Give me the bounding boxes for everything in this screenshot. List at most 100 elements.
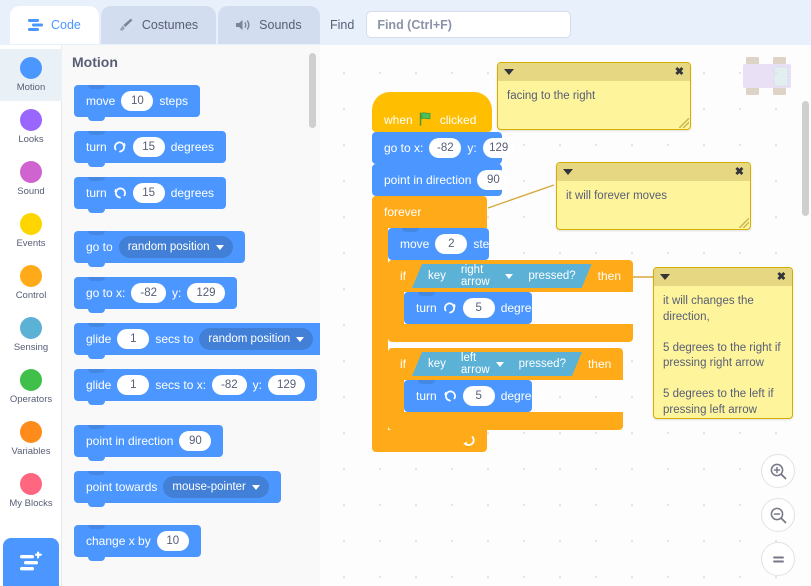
block-label: turn (416, 301, 437, 315)
tab-sounds[interactable]: Sounds (218, 6, 320, 44)
comment-facing-right[interactable]: ✖ facing to the right (497, 62, 691, 130)
palette-block-point-in-direction[interactable]: point in direction 90 (74, 425, 224, 461)
block-dropdown-target[interactable]: random position (118, 236, 233, 258)
block-input-x[interactable]: -82 (131, 283, 166, 303)
palette-block-change-x-by[interactable]: change x by 10 (74, 525, 201, 561)
add-extension-button[interactable] (3, 538, 59, 586)
sidebar-item-variables[interactable]: Variables (0, 413, 62, 465)
block-when-flag-clicked[interactable]: when clicked (372, 92, 492, 132)
script-stack[interactable]: when clicked go to x: -82 y: 129 point i… (372, 92, 633, 452)
variables-color-dot (20, 421, 42, 443)
block-label: key (428, 358, 446, 370)
block-input-direction[interactable]: 90 (477, 170, 510, 190)
block-key-pressed-right[interactable]: key right arrow pressed? (412, 264, 592, 288)
tab-costumes[interactable]: Costumes (100, 6, 217, 44)
search-input[interactable] (366, 11, 572, 38)
palette-block-point-towards[interactable]: point towards mouse-pointer (74, 471, 281, 507)
collapse-caret-icon[interactable] (563, 169, 573, 175)
block-label: point in direction (86, 434, 174, 448)
block-go-to-xy[interactable]: go to x: -82 y: 129 (372, 132, 515, 164)
block-input-steps[interactable]: 10 (121, 91, 154, 111)
workspace-scrollbar[interactable] (802, 101, 809, 216)
block-label: move (86, 94, 116, 108)
zoom-out-button[interactable] (761, 498, 795, 532)
palette-block-go-to-xy[interactable]: go to x: -82 y: 129 (74, 277, 237, 313)
block-if-right-arrow[interactable]: if key right arrow pressed? then turn 5 … (388, 260, 633, 342)
block-input-y[interactable]: 129 (268, 375, 306, 395)
palette-block-glide-to-xy[interactable]: glide 1 secs to x: -82 y: 129 (74, 369, 318, 405)
sidebar-item-my-blocks-label: My Blocks (9, 498, 53, 509)
block-input-dx[interactable]: 10 (156, 531, 189, 551)
turn-cw-icon (443, 301, 457, 315)
block-turn-right[interactable]: turn 5 degrees (404, 292, 544, 324)
motion-color-dot (20, 57, 42, 79)
block-label: forever (384, 205, 422, 219)
block-point-in-direction[interactable]: point in direction 90 (372, 164, 510, 196)
if-right-arm (388, 292, 404, 324)
block-forever[interactable]: forever move 2 steps if key right arrow … (372, 196, 633, 452)
block-input-y[interactable]: 129 (482, 138, 515, 158)
comment-forever-moves[interactable]: ✖ it will forever moves (556, 162, 751, 230)
block-input-steps[interactable]: 2 (435, 234, 468, 254)
palette-block-move[interactable]: move 10 steps (74, 85, 201, 121)
block-input-degrees[interactable]: 15 (132, 137, 165, 157)
palette-category-title: Motion (72, 54, 118, 70)
block-input-secs[interactable]: 1 (117, 375, 150, 395)
resize-handle-icon[interactable] (739, 218, 749, 228)
zoom-in-button[interactable] (761, 454, 795, 488)
dropdown-value: right arrow (460, 264, 490, 288)
block-input-degrees[interactable]: 15 (132, 183, 165, 203)
comment-header[interactable]: ✖ (654, 268, 792, 286)
block-dropdown-key[interactable]: left arrow (452, 353, 513, 375)
if-left-footer (388, 412, 623, 430)
block-input-y[interactable]: 129 (187, 283, 225, 303)
control-color-dot (20, 265, 42, 287)
close-icon[interactable]: ✖ (675, 66, 684, 78)
block-palette[interactable]: Motion move 10 steps turn 15 degrees tur… (62, 45, 320, 586)
sidebar-item-operators[interactable]: Operators (0, 361, 62, 413)
sidebar-item-my-blocks[interactable]: My Blocks (0, 465, 62, 517)
palette-block-turn-right[interactable]: turn 15 degrees (74, 131, 227, 167)
palette-block-glide-to[interactable]: glide 1 secs to random position (74, 323, 320, 359)
block-input-direction[interactable]: 90 (179, 431, 212, 451)
tab-code[interactable]: Code (10, 6, 99, 44)
sidebar-item-motion[interactable]: Motion (0, 49, 62, 101)
block-input-secs[interactable]: 1 (117, 329, 150, 349)
sidebar-item-variables-label: Variables (11, 446, 51, 457)
add-extension-icon (18, 551, 44, 573)
forever-footer (372, 430, 487, 452)
block-if-left-arrow[interactable]: if key left arrow pressed? then turn 5 d… (388, 348, 633, 430)
sound-color-dot (20, 161, 42, 183)
collapse-caret-icon[interactable] (660, 274, 670, 280)
comment-direction[interactable]: ✖ it will changes the direction, 5 degre… (653, 267, 793, 419)
close-icon[interactable]: ✖ (735, 166, 744, 178)
block-move[interactable]: move 2 steps (388, 228, 502, 260)
sidebar-item-events[interactable]: Events (0, 205, 62, 257)
block-key-pressed-left[interactable]: key left arrow pressed? (412, 352, 582, 376)
comment-header[interactable]: ✖ (557, 163, 750, 181)
palette-block-go-to[interactable]: go to random position (74, 231, 245, 267)
block-input-x[interactable]: -82 (429, 138, 462, 158)
block-dropdown-key[interactable]: right arrow (452, 265, 522, 287)
zoom-reset-button[interactable] (761, 542, 795, 576)
comment-text: facing to the right (507, 90, 596, 102)
block-input-degrees[interactable]: 5 (462, 386, 495, 406)
collapse-caret-icon[interactable] (504, 69, 514, 75)
comment-header[interactable]: ✖ (498, 63, 690, 81)
block-turn-left[interactable]: turn 5 degrees (404, 380, 544, 412)
block-label: degrees (170, 186, 215, 200)
close-icon[interactable]: ✖ (777, 271, 786, 283)
code-workspace[interactable]: when clicked go to x: -82 y: 129 point i… (320, 45, 811, 586)
block-dropdown-target[interactable]: mouse-pointer (163, 476, 269, 498)
sidebar-item-sound[interactable]: Sound (0, 153, 62, 205)
sidebar-item-sensing[interactable]: Sensing (0, 309, 62, 361)
palette-block-turn-left[interactable]: turn 15 degrees (74, 177, 227, 213)
sidebar-item-looks[interactable]: Looks (0, 101, 62, 153)
block-input-degrees[interactable]: 5 (462, 298, 495, 318)
resize-handle-icon[interactable] (679, 118, 689, 128)
block-label: point in direction (384, 173, 472, 187)
top-bar: Code Costumes Sounds Find Find (Ctrl+F) (0, 0, 811, 45)
sidebar-item-control[interactable]: Control (0, 257, 62, 309)
block-input-x[interactable]: -82 (212, 375, 247, 395)
block-dropdown-target[interactable]: random position (199, 328, 314, 350)
